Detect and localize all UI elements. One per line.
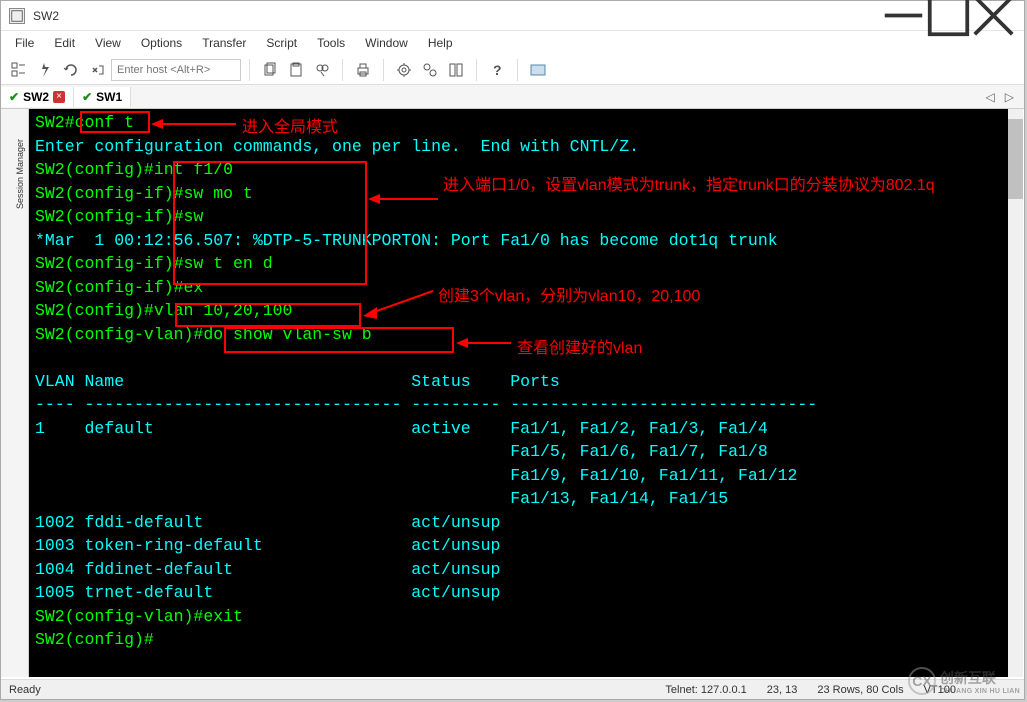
global-options-icon[interactable] <box>418 58 442 82</box>
toggle-icon[interactable] <box>444 58 468 82</box>
terminal-line: 1005 trnet-default act/unsup <box>35 583 500 602</box>
session-options-icon[interactable] <box>392 58 416 82</box>
toolbar-separator <box>342 59 343 81</box>
terminal-line: Fa1/13, Fa1/14, Fa1/15 <box>35 489 728 508</box>
terminal-line: SW2(config)#int f1/0 <box>35 160 233 179</box>
terminal-area[interactable]: SW2#conf t Enter configuration commands,… <box>29 109 1008 677</box>
menu-view[interactable]: View <box>85 33 131 53</box>
status-bar: Ready Telnet: 127.0.0.1 23, 13 23 Rows, … <box>1 679 1024 699</box>
host-input[interactable] <box>111 59 241 81</box>
watermark: CX 创新互联 CHUANG XIN HU LIAN <box>908 667 1020 695</box>
watermark-icon: CX <box>908 667 936 695</box>
status-ready: Ready <box>9 684 41 696</box>
terminal-line: SW2(config-if)#ex <box>35 278 203 297</box>
menu-file[interactable]: File <box>5 33 44 53</box>
status-connection: Telnet: 127.0.0.1 <box>665 684 746 696</box>
minimize-button[interactable] <box>881 2 926 30</box>
toolbar-separator <box>476 59 477 81</box>
terminal-line: SW2(config-vlan)#exit <box>35 607 243 626</box>
maximize-button[interactable] <box>926 2 971 30</box>
tab-sw1[interactable]: ✔ SW1 <box>74 87 131 107</box>
terminal-line: SW2(config)# <box>35 630 154 649</box>
toolbar-separator <box>383 59 384 81</box>
tab-close-icon[interactable]: × <box>53 91 65 103</box>
title-bar: SW2 <box>1 1 1024 31</box>
sftp-icon[interactable] <box>526 58 550 82</box>
terminal-content[interactable]: SW2#conf t Enter configuration commands,… <box>29 109 1008 677</box>
watermark-sub: CHUANG XIN HU LIAN <box>940 688 1020 695</box>
scrollbar[interactable] <box>1008 109 1023 677</box>
terminal-line: 1 default active Fa1/1, Fa1/2, Fa1/3, Fa… <box>35 419 768 438</box>
menu-transfer[interactable]: Transfer <box>192 33 256 53</box>
terminal-line: Fa1/9, Fa1/10, Fa1/11, Fa1/12 <box>35 466 797 485</box>
menu-window[interactable]: Window <box>355 33 418 53</box>
terminal-line: *Mar 1 00:12:56.507: %DTP-5-TRUNKPORTON:… <box>35 231 778 250</box>
menu-bar: File Edit View Options Transfer Script T… <box>1 31 1024 55</box>
reconnect-icon[interactable] <box>59 58 83 82</box>
print-icon[interactable] <box>351 58 375 82</box>
tab-label: SW2 <box>23 90 49 104</box>
tab-next-icon[interactable]: ▷ <box>1001 90 1018 104</box>
toolbar-separator <box>249 59 250 81</box>
session-manager-label: Session Manager <box>15 139 25 209</box>
check-icon: ✔ <box>9 90 19 104</box>
status-position: 23, 13 <box>767 684 798 696</box>
tab-label: SW1 <box>96 90 122 104</box>
session-tabs: ✔ SW2 × ✔ SW1 ◁ ▷ <box>1 85 1024 109</box>
status-dimensions: 23 Rows, 80 Cols <box>817 684 903 696</box>
session-tree-icon[interactable] <box>7 58 31 82</box>
scrollbar-thumb[interactable] <box>1008 119 1023 199</box>
terminal-line: SW2(config-if)#sw t en d <box>35 254 273 273</box>
menu-help[interactable]: Help <box>418 33 463 53</box>
terminal-line: 1003 token-ring-default act/unsup <box>35 536 500 555</box>
tab-sw2[interactable]: ✔ SW2 × <box>1 87 74 107</box>
toolbar-separator <box>517 59 518 81</box>
menu-options[interactable]: Options <box>131 33 192 53</box>
terminal-line: SW2(config-vlan)#do show vlan-sw b <box>35 325 372 344</box>
terminal-line: SW2(config-if)#sw mo t <box>35 184 253 203</box>
window-title: SW2 <box>33 9 881 23</box>
menu-tools[interactable]: Tools <box>307 33 355 53</box>
terminal-line: Enter configuration commands, one per li… <box>35 137 639 156</box>
app-icon <box>9 8 25 24</box>
check-icon: ✔ <box>82 90 92 104</box>
session-manager-pane[interactable]: Session Manager <box>1 109 29 677</box>
menu-edit[interactable]: Edit <box>44 33 85 53</box>
terminal-line: SW2#conf t <box>35 113 134 132</box>
copy-icon[interactable] <box>258 58 282 82</box>
watermark-brand: 创新互联 <box>940 668 1020 688</box>
quick-connect-icon[interactable] <box>33 58 57 82</box>
paste-icon[interactable] <box>284 58 308 82</box>
terminal-line: SW2(config-if)#sw <box>35 207 203 226</box>
terminal-line: 1002 fddi-default act/unsup <box>35 513 500 532</box>
tab-prev-icon[interactable]: ◁ <box>982 90 999 104</box>
svg-text:?: ? <box>493 62 502 78</box>
close-button[interactable] <box>971 2 1016 30</box>
help-icon[interactable]: ? <box>485 58 509 82</box>
disconnect-icon[interactable] <box>85 58 109 82</box>
terminal-line: ---- -------------------------------- --… <box>35 395 817 414</box>
find-icon[interactable] <box>310 58 334 82</box>
toolbar: ? <box>1 55 1024 85</box>
terminal-line: VLAN Name Status Ports <box>35 372 560 391</box>
terminal-line: 1004 fddinet-default act/unsup <box>35 560 500 579</box>
terminal-line: Fa1/5, Fa1/6, Fa1/7, Fa1/8 <box>35 442 768 461</box>
menu-script[interactable]: Script <box>256 33 307 53</box>
terminal-line: SW2(config)#vlan 10,20,100 <box>35 301 292 320</box>
